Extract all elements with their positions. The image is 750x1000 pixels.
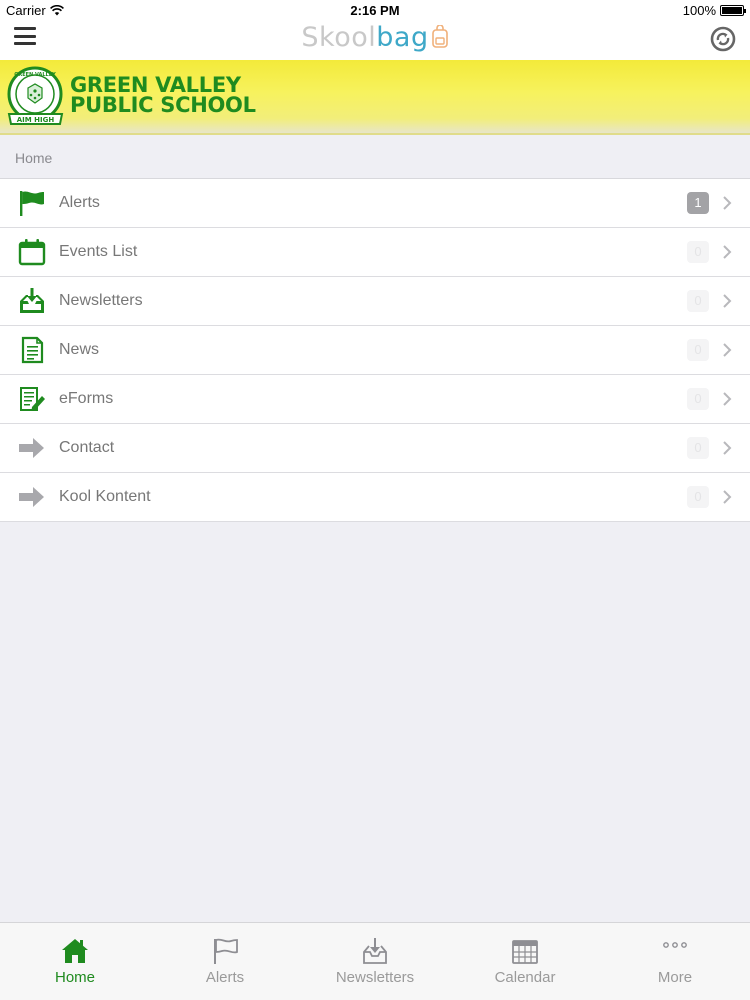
- menu-item-label: eForms: [59, 390, 114, 407]
- tab-label: Alerts: [205, 969, 245, 986]
- menu-item-label: Kool Kontent: [59, 488, 151, 505]
- chevron-right-icon: [723, 392, 732, 406]
- menu-item-alerts[interactable]: Alerts 1: [0, 179, 750, 228]
- sync-button[interactable]: [710, 26, 736, 52]
- chevron-right-icon: [723, 196, 732, 210]
- menu-item-label: Newsletters: [59, 292, 143, 309]
- events-count-badge: 0: [687, 241, 709, 263]
- menu-item-label: Events List: [59, 243, 138, 260]
- document-icon: [17, 335, 47, 365]
- school-name: GREEN VALLEY PUBLIC SCHOOL: [70, 73, 256, 117]
- menu-item-newsletters[interactable]: Newsletters 0: [0, 277, 750, 326]
- tab-newsletters[interactable]: Newsletters: [300, 923, 450, 1000]
- newsletters-count-badge: 0: [687, 290, 709, 312]
- tab-alerts[interactable]: Alerts: [150, 923, 300, 1000]
- status-bar: Carrier 2:16 PM 100%: [0, 0, 750, 20]
- school-name-line2: PUBLIC SCHOOL: [70, 93, 256, 117]
- flag-icon: [17, 188, 47, 218]
- news-count-badge: 0: [687, 339, 709, 361]
- chevron-right-icon: [723, 245, 732, 259]
- school-banner: AIM HIGH GREEN VALLEY GREEN VALLEY PUBLI…: [0, 60, 750, 135]
- home-icon: [62, 939, 88, 963]
- menu-item-kool-kontent[interactable]: Kool Kontent 0: [0, 473, 750, 522]
- logo-bag-text: bag: [376, 22, 429, 53]
- crest-top-text: GREEN VALLEY: [14, 72, 56, 78]
- flag-icon: [214, 938, 238, 964]
- tab-home[interactable]: Home: [0, 923, 150, 1000]
- form-edit-icon: [17, 384, 47, 414]
- tab-calendar[interactable]: Calendar: [450, 923, 600, 1000]
- battery-icon: [720, 5, 746, 16]
- tab-label: Calendar: [494, 969, 556, 986]
- school-name-line1: GREEN VALLEY: [70, 73, 241, 97]
- calendar-grid-icon: [512, 940, 538, 964]
- menu-item-label: Contact: [59, 439, 115, 456]
- more-dots-icon: [663, 942, 687, 948]
- contact-count-badge: 0: [687, 437, 709, 459]
- menu-item-contact[interactable]: Contact 0: [0, 424, 750, 473]
- schoolbag-icon: [431, 25, 448, 48]
- tab-more[interactable]: More: [600, 923, 750, 1000]
- eforms-count-badge: 0: [687, 388, 709, 410]
- battery-percent: 100%: [682, 3, 716, 18]
- tab-bar: Home Alerts Newsletters Calendar More: [0, 922, 750, 1000]
- school-crest-logo: AIM HIGH GREEN VALLEY: [7, 66, 64, 125]
- inbox-download-icon: [17, 286, 47, 316]
- nav-bar: Skoolbag: [0, 20, 750, 60]
- battery-info: 100%: [682, 3, 746, 18]
- alerts-count-badge: 1: [687, 192, 709, 214]
- status-time: 2:16 PM: [350, 3, 400, 18]
- arrow-right-icon: [17, 482, 47, 512]
- kool-kontent-count-badge: 0: [687, 486, 709, 508]
- chevron-right-icon: [723, 343, 732, 357]
- menu-item-label: Alerts: [59, 194, 100, 211]
- chevron-right-icon: [723, 294, 732, 308]
- logo-skool-text: Skool: [301, 22, 377, 53]
- chevron-right-icon: [723, 490, 732, 504]
- tab-label: Home: [54, 969, 95, 986]
- menu-list: Alerts 1 Events List 0 Newsletters 0 New…: [0, 178, 750, 522]
- inbox-download-icon: [363, 938, 387, 964]
- arrow-right-icon: [17, 433, 47, 463]
- chevron-right-icon: [723, 441, 732, 455]
- menu-item-eforms[interactable]: eForms 0: [0, 375, 750, 424]
- menu-item-news[interactable]: News 0: [0, 326, 750, 375]
- menu-item-label: News: [59, 341, 100, 358]
- calendar-icon: [17, 237, 47, 267]
- breadcrumb: Home: [15, 150, 53, 166]
- crest-motto: AIM HIGH: [17, 116, 55, 124]
- tab-label: Newsletters: [335, 969, 415, 986]
- menu-item-events-list[interactable]: Events List 0: [0, 228, 750, 277]
- tab-label: More: [657, 969, 693, 986]
- skoolbag-logo: Skoolbag: [0, 20, 750, 56]
